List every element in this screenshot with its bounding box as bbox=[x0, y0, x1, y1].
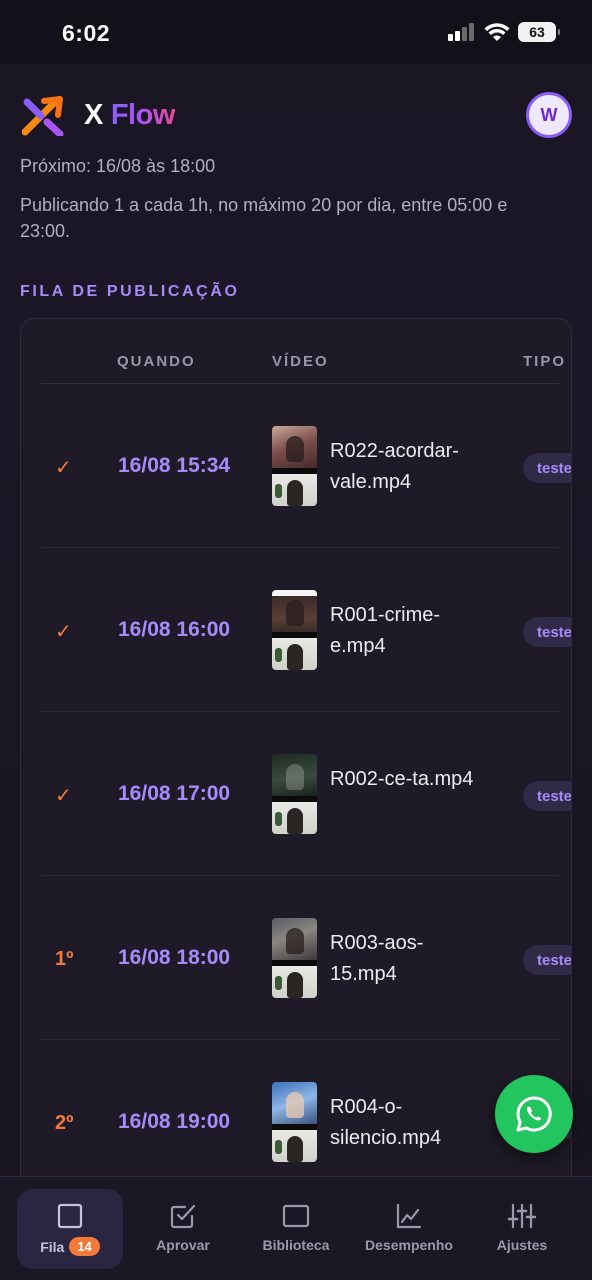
nav-item-desempenho[interactable]: Desempenho bbox=[356, 1189, 462, 1269]
queue-table: QUANDO VÍDEO TIPO ✓ 16/08 15:34 R022-aco… bbox=[20, 318, 572, 1218]
whatsapp-button[interactable] bbox=[495, 1075, 573, 1153]
xflow-logo-icon bbox=[22, 96, 64, 136]
nav-item-aprovar[interactable]: Aprovar bbox=[130, 1189, 236, 1269]
nav-label-aprovar: Aprovar bbox=[156, 1237, 210, 1253]
nav-item-fila[interactable]: Fila 14 bbox=[17, 1189, 123, 1269]
status-time: 6:02 bbox=[62, 20, 111, 46]
nav-label-fila: Fila bbox=[40, 1238, 65, 1255]
column-video: VÍDEO bbox=[272, 353, 329, 370]
row-filename: R003-aos-15.mp4 bbox=[330, 932, 424, 985]
table-row[interactable]: 1º 16/08 18:00 R003-aos-15.mp4 teste bbox=[41, 876, 571, 1040]
check-square-icon bbox=[170, 1204, 196, 1229]
schedule-rule: Publicando 1 a cada 1h, no máximo 20 por… bbox=[20, 195, 508, 241]
nav-label-ajustes: Ajustes bbox=[496, 1237, 548, 1253]
user-avatar[interactable]: W bbox=[526, 92, 572, 138]
nav-label-desempenho: Desempenho bbox=[365, 1237, 453, 1253]
cellular-signal-icon bbox=[448, 23, 474, 41]
app-screen: 6:02 63 X Flow W Próximo: 16/08 às 18:00… bbox=[0, 0, 592, 1280]
next-publication: Próximo: 16/08 às 18:00 bbox=[20, 156, 216, 176]
table-row[interactable]: ✓ 16/08 17:00 R002-ce-ta.mp4 teste bbox=[41, 712, 571, 876]
row-status: ✓ bbox=[55, 456, 72, 479]
row-status: ✓ bbox=[55, 620, 72, 643]
section-title: FILA DE PUBLICAÇÃO bbox=[20, 283, 240, 300]
type-badge: teste bbox=[523, 453, 571, 483]
square-icon bbox=[282, 1204, 310, 1228]
column-when: QUANDO bbox=[117, 353, 196, 370]
bottom-nav: Fila 14 Aprovar Biblioteca Desempenho Aj… bbox=[0, 1176, 592, 1280]
table-header: QUANDO VÍDEO TIPO bbox=[41, 319, 564, 384]
row-filename: R022-acordar-vale.mp4 bbox=[330, 440, 459, 493]
sliders-icon bbox=[508, 1203, 536, 1229]
row-when: 16/08 16:00 bbox=[118, 618, 231, 641]
video-thumbnail bbox=[272, 426, 317, 506]
brand-x: X bbox=[84, 99, 103, 131]
type-badge: teste bbox=[523, 781, 571, 811]
brand-name: X Flow bbox=[84, 99, 175, 132]
column-type: TIPO bbox=[523, 353, 567, 370]
row-status: 1º bbox=[55, 947, 74, 970]
video-thumbnail bbox=[272, 754, 317, 834]
type-badge: teste bbox=[523, 945, 571, 975]
row-when: 16/08 18:00 bbox=[118, 946, 231, 969]
video-thumbnail bbox=[272, 918, 317, 998]
whatsapp-icon bbox=[516, 1096, 552, 1132]
type-badge: teste bbox=[523, 617, 571, 647]
row-when: 16/08 15:34 bbox=[118, 454, 231, 477]
nav-label-biblioteca: Biblioteca bbox=[262, 1237, 330, 1253]
wifi-icon bbox=[484, 22, 510, 41]
row-when: 16/08 17:00 bbox=[118, 782, 231, 805]
row-status: 2º bbox=[55, 1111, 74, 1134]
brand-flow: Flow bbox=[110, 99, 176, 131]
status-bar: 6:02 63 bbox=[0, 0, 592, 64]
table-row[interactable]: ✓ 16/08 16:00 R001-crime-e.mp4 teste bbox=[41, 548, 571, 712]
queue-count-badge: 14 bbox=[69, 1237, 100, 1256]
row-filename: R004-o-silencio.mp4 bbox=[330, 1096, 442, 1149]
nav-item-ajustes[interactable]: Ajustes bbox=[469, 1189, 575, 1269]
battery-indicator: 63 bbox=[518, 22, 560, 42]
video-thumbnail bbox=[272, 1082, 317, 1162]
table-row[interactable]: ✓ 16/08 15:34 R022-acordar-vale.mp4 test… bbox=[41, 384, 571, 548]
app-header: X Flow W bbox=[20, 92, 572, 138]
line-chart-icon bbox=[396, 1203, 422, 1229]
row-filename: R002-ce-ta.mp4 bbox=[330, 768, 474, 790]
nav-item-biblioteca[interactable]: Biblioteca bbox=[243, 1189, 349, 1269]
status-icons: 63 bbox=[448, 22, 560, 42]
video-thumbnail bbox=[272, 590, 317, 670]
square-icon bbox=[57, 1203, 83, 1229]
row-status: ✓ bbox=[55, 784, 72, 807]
row-when: 16/08 19:00 bbox=[118, 1110, 231, 1133]
row-filename: R001-crime-e.mp4 bbox=[330, 604, 441, 657]
